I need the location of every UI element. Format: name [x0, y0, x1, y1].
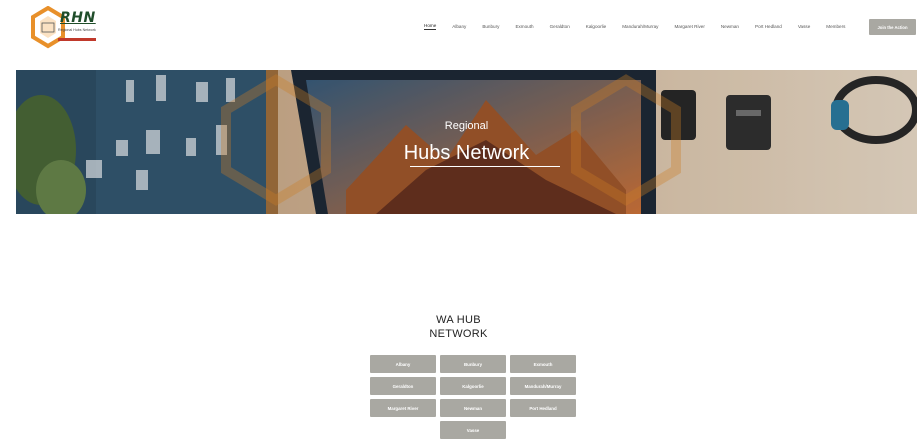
nav-kalgoorlie[interactable]: Kalgoorlie — [586, 24, 606, 29]
site-header: RHN Regional Hubs Network Home Albany Bu… — [0, 0, 917, 60]
nav-mandurah-murray[interactable]: Mandurah/Murray — [622, 24, 658, 29]
nav-albany[interactable]: Albany — [452, 24, 466, 29]
hero-title-line1: Regional — [444, 120, 489, 132]
hub-button-port-hedland[interactable]: Port Hedland — [510, 399, 576, 417]
hub-button-mandurah-murray[interactable]: Mandurah/Murray — [510, 377, 576, 395]
nav-geraldton[interactable]: Geraldton — [550, 24, 570, 29]
section-title-line1: WA HUB — [436, 314, 481, 326]
hero-title-line2: Hubs Network — [403, 142, 530, 164]
logo-text: RHN — [60, 10, 96, 26]
hub-button-exmouth[interactable]: Exmouth — [510, 355, 576, 373]
hub-button-geraldton[interactable]: Geraldton — [370, 377, 436, 395]
hub-button-albany[interactable]: Albany — [370, 355, 436, 373]
hero-underline — [410, 166, 560, 167]
logo-subtext: Regional Hubs Network — [58, 28, 96, 32]
join-action-button[interactable]: Join the Action — [869, 19, 916, 35]
nav-port-hedland[interactable]: Port Hedland — [755, 24, 782, 29]
hub-button-vasse[interactable]: Vasse — [440, 421, 506, 439]
hero-banner: Regional Hubs Network — [16, 70, 917, 214]
nav-margaret-river[interactable]: Margaret River — [674, 24, 704, 29]
rhn-logo[interactable]: RHN Regional Hubs Network — [30, 6, 98, 50]
hub-button-bunbury[interactable]: Bunbury — [440, 355, 506, 373]
nav-newman[interactable]: Newman — [721, 24, 739, 29]
logo-bar — [58, 38, 96, 41]
nav-members[interactable]: Members — [826, 24, 845, 29]
nav-bunbury[interactable]: Bunbury — [482, 24, 499, 29]
nav-exmouth[interactable]: Exmouth — [515, 24, 533, 29]
nav-vasse[interactable]: Vasse — [798, 24, 810, 29]
main-nav: Home Albany Bunbury Exmouth Geraldton Ka… — [424, 23, 861, 30]
hub-button-margaret-river[interactable]: Margaret River — [370, 399, 436, 417]
hub-button-newman[interactable]: Newman — [440, 399, 506, 417]
hub-button-kalgoorlie[interactable]: Kalgoorlie — [440, 377, 506, 395]
nav-home[interactable]: Home — [424, 23, 437, 30]
section-title-line2: NETWORK — [429, 328, 488, 340]
